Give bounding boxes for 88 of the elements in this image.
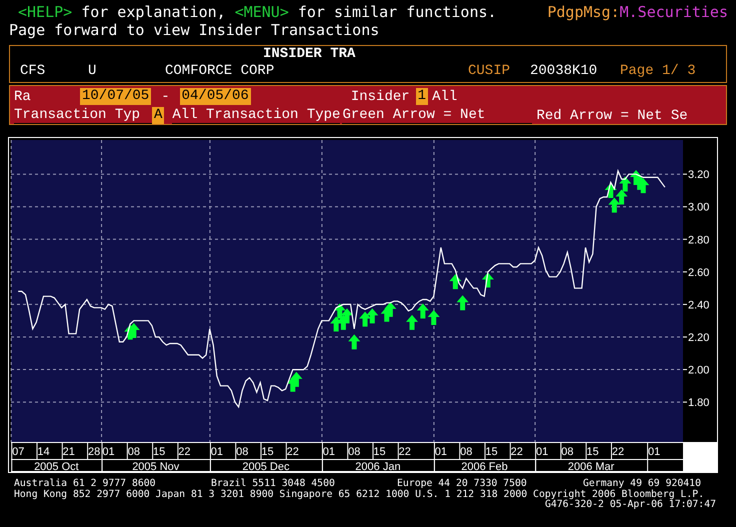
axis-label: 08 <box>348 446 360 458</box>
up-arrow-marker <box>384 302 396 317</box>
axis-label: 14 <box>37 446 50 458</box>
up-arrow-marker <box>456 295 469 310</box>
market-code: U <box>88 63 98 80</box>
up-arrow-marker <box>416 303 429 318</box>
month-label: 2005 Nov <box>132 461 180 472</box>
axis-label: 3.20 <box>688 169 710 182</box>
up-arrow-marker <box>348 334 360 350</box>
up-arrow-marker <box>330 316 342 332</box>
page-hint: Page forward to view Insider Transactions <box>8 21 380 39</box>
up-arrow-marker <box>290 372 302 387</box>
axis-label: 15 <box>485 446 498 458</box>
axis-label: 28 <box>88 446 100 458</box>
up-arrow-marker <box>366 308 378 324</box>
axis-label: 01 <box>648 446 660 458</box>
footer-text: G476-320-2 05-Apr-06 17:07:47 <box>544 500 716 510</box>
end-date-field[interactable]: 04/05/06 <box>180 88 251 105</box>
company-name: COMFORCE CORP <box>165 63 276 80</box>
axis-label: 08 <box>236 446 248 458</box>
transaction-type-value: All Transaction Type <box>172 107 340 124</box>
help-text: for explanation, <box>81 3 226 21</box>
buy-legend: Green Arrow = Net <box>342 107 532 124</box>
message-label: PdgpMsg: <box>547 3 620 21</box>
screen-title: INSIDER TRA <box>263 46 356 63</box>
axis-label: 07 <box>12 446 24 458</box>
up-arrow-marker <box>449 274 462 290</box>
start-date-field[interactable]: 10/07/05 <box>80 88 152 105</box>
axis-label: 15 <box>261 446 274 458</box>
axis-label: 15 <box>153 446 166 458</box>
month-label: 2006 Mar <box>568 461 614 472</box>
sell-legend: Red Arrow = Net Se <box>536 108 688 124</box>
month-label: 2005 Oct <box>34 461 79 472</box>
axis-label: 01 <box>210 446 224 458</box>
page-number: Page 1/ 3 <box>620 63 697 80</box>
insider-value: All <box>432 88 458 104</box>
axis-label: 2.40 <box>688 299 710 312</box>
key-hint: <MENU> <box>234 3 289 21</box>
axis-label: 08 <box>561 446 574 458</box>
type-code-field[interactable]: A <box>152 107 164 124</box>
up-arrow-marker <box>637 178 650 194</box>
up-arrow-marker <box>406 314 418 330</box>
axis-label: 15 <box>373 446 386 458</box>
ticker: CFS <box>20 63 46 80</box>
up-arrow-marker <box>608 198 620 213</box>
axis-label: 22 <box>398 446 411 458</box>
up-arrow-marker <box>616 189 628 204</box>
insider-label: Insider <box>350 88 410 104</box>
axis-label: 2.00 <box>688 364 710 377</box>
axis-label: 22 <box>178 446 191 458</box>
axis-label: 2.80 <box>688 234 710 246</box>
axis-label: 21 <box>62 446 75 458</box>
axis-label: 22 <box>510 446 523 458</box>
axis-label: 22 <box>286 446 299 458</box>
axis-label: 22 <box>612 446 624 458</box>
footer-text: Brazil 5511 3048 4500 <box>211 479 335 490</box>
axis-label: 2.20 <box>688 332 710 344</box>
date-separator: - <box>160 88 171 104</box>
message-value: M.Securities <box>620 3 728 21</box>
key-hint: <HELP> <box>18 3 72 21</box>
help-text: for similar functions. <box>298 3 497 21</box>
axis-label: 08 <box>128 446 140 458</box>
footer-text: Germany 49 69 920410 <box>583 479 701 490</box>
axis-label: 2.60 <box>688 266 710 279</box>
axis-label: 01 <box>536 446 548 458</box>
footer-text: Hong Kong 852 2977 6000 Japan 81 3 3201 8900 Singapore 65 6212 1000 U.S. 1 212 318 2000 Copyright 2006 Bloomberg L.P. <box>14 490 704 500</box>
month-label: 2006 Jan <box>355 461 401 472</box>
up-arrow-marker <box>341 308 353 324</box>
cusip-label: CUSIP <box>468 63 512 80</box>
axis-label: 1.80 <box>688 397 710 410</box>
footer-text: Australia 61 2 9777 8600 <box>14 479 156 490</box>
month-label: 2005 Dec <box>242 461 290 472</box>
cusip-value: 20038K10 <box>530 63 598 80</box>
up-arrow-marker <box>428 310 440 325</box>
axis-label: 08 <box>460 446 472 458</box>
insider-code-field[interactable]: 1 <box>416 88 428 105</box>
axis-label: 3.00 <box>688 202 710 214</box>
footer-text: Europe 44 20 7330 7500 <box>397 479 527 490</box>
up-arrow-marker <box>619 176 632 192</box>
axis-label: 01 <box>102 446 115 458</box>
month-label: 2006 Feb <box>461 461 508 472</box>
up-arrow-marker <box>604 182 617 198</box>
axis-label: 15 <box>586 446 599 458</box>
up-arrow-marker <box>482 272 494 288</box>
axis-label: 01 <box>322 446 336 458</box>
axis-label: 01 <box>434 446 448 458</box>
range-label: Ra <box>14 88 32 104</box>
up-arrow-marker <box>359 312 372 327</box>
